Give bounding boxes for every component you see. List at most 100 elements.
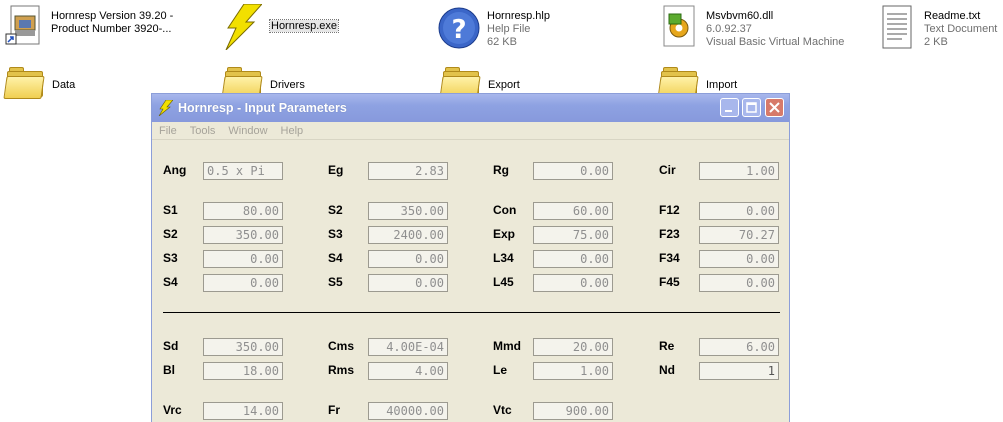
folder-label: Data: [52, 79, 76, 91]
file-name-line1: Hornresp Version 39.20 -: [51, 10, 174, 22]
param-field-eg[interactable]: 2.83: [368, 162, 448, 180]
msvbvm60-file[interactable]: Msvbvm60.dll 6.0.92.37 Visual Basic Virt…: [660, 4, 844, 49]
menu-file[interactable]: File: [159, 125, 177, 137]
window-title: Hornresp - Input Parameters: [178, 101, 347, 115]
param-field-l34[interactable]: 0.00: [533, 250, 613, 268]
param-field-f23[interactable]: 70.27: [699, 226, 779, 244]
param-field-exp[interactable]: 75.00: [533, 226, 613, 244]
param-field-s4[interactable]: 0.00: [203, 274, 283, 292]
maximize-icon: [746, 102, 757, 113]
file-name: Hornresp.hlp: [487, 10, 550, 22]
folder-icon: [3, 64, 45, 99]
param-field-s2[interactable]: 350.00: [368, 202, 448, 220]
param-label-s3: S3: [163, 251, 178, 265]
param-label-s1: S1: [163, 203, 178, 217]
close-button[interactable]: [765, 98, 784, 117]
hornresp-hlp-file[interactable]: ? Hornresp.hlp Help File 62 KB: [437, 4, 550, 49]
param-field-fr[interactable]: 40000.00: [368, 402, 448, 420]
minimize-button[interactable]: [720, 98, 739, 117]
param-field-cir[interactable]: 1.00: [699, 162, 779, 180]
param-field-sd[interactable]: 350.00: [203, 338, 283, 356]
param-label-cir: Cir: [659, 163, 676, 177]
input-parameters-window: Hornresp - Input Parameters File Tools W…: [151, 93, 790, 422]
lightning-icon: [222, 3, 264, 51]
param-field-s3[interactable]: 2400.00: [368, 226, 448, 244]
menu-help[interactable]: Help: [281, 125, 304, 137]
param-label-s4: S4: [328, 251, 343, 265]
maximize-button[interactable]: [742, 98, 761, 117]
param-label-cms: Cms: [328, 339, 355, 353]
param-label-rg: Rg: [493, 163, 509, 177]
param-label-f12: F12: [659, 203, 680, 217]
close-icon: [769, 102, 780, 113]
folder-data[interactable]: Data: [3, 64, 76, 99]
param-field-f12[interactable]: 0.00: [699, 202, 779, 220]
file-description: Visual Basic Virtual Machine: [706, 36, 845, 48]
param-field-bl[interactable]: 18.00: [203, 362, 283, 380]
folder-label: Import: [706, 79, 738, 91]
param-label-ang: Ang: [163, 163, 187, 177]
folder-label: Export: [488, 79, 520, 91]
text-document-icon: [878, 4, 918, 49]
param-label-con: Con: [493, 203, 517, 217]
file-name: Msvbvm60.dll: [706, 10, 774, 22]
file-name: Readme.txt: [924, 10, 981, 22]
menu-window[interactable]: Window: [228, 125, 267, 137]
param-label-vtc: Vtc: [493, 403, 512, 417]
param-label-s5: S5: [328, 275, 343, 289]
param-label-f23: F23: [659, 227, 680, 241]
param-field-s4[interactable]: 0.00: [368, 250, 448, 268]
menu-tools[interactable]: Tools: [190, 125, 216, 137]
param-field-s2[interactable]: 350.00: [203, 226, 283, 244]
param-field-s5[interactable]: 0.00: [368, 274, 448, 292]
param-field-le[interactable]: 1.00: [533, 362, 613, 380]
param-field-s3[interactable]: 0.00: [203, 250, 283, 268]
param-label-f34: F34: [659, 251, 680, 265]
param-label-le: Le: [493, 363, 508, 377]
file-type: Text Document: [924, 23, 998, 35]
param-label-re: Re: [659, 339, 675, 353]
param-field-l45[interactable]: 0.00: [533, 274, 613, 292]
lightning-icon: [158, 100, 173, 116]
readme-file[interactable]: Readme.txt Text Document 2 KB: [878, 4, 997, 49]
param-label-nd: Nd: [659, 363, 675, 377]
param-label-fr: Fr: [328, 403, 340, 417]
param-label-sd: Sd: [163, 339, 179, 353]
param-label-exp: Exp: [493, 227, 516, 241]
param-field-cms[interactable]: 4.00E-04: [368, 338, 448, 356]
hornresp-shortcut-file[interactable]: Hornresp Version 39.20 - Product Number …: [5, 4, 173, 48]
param-field-nd[interactable]: 1: [699, 362, 779, 380]
param-field-f34[interactable]: 0.00: [699, 250, 779, 268]
param-field-re[interactable]: 6.00: [699, 338, 779, 356]
dll-gear-icon: [660, 4, 700, 48]
minimize-icon: [725, 110, 732, 112]
param-label-vrc: Vrc: [163, 403, 182, 417]
title-bar[interactable]: Hornresp - Input Parameters: [152, 94, 789, 122]
param-field-mmd[interactable]: 20.00: [533, 338, 613, 356]
menu-bar: File Tools Window Help: [152, 122, 789, 140]
file-size: 62 KB: [487, 36, 517, 48]
help-file-icon: ?: [437, 4, 480, 49]
hornresp-exe-file[interactable]: Hornresp.exe: [222, 3, 340, 51]
param-field-rms[interactable]: 4.00: [368, 362, 448, 380]
file-name-line2: Product Number 3920-...: [51, 23, 172, 35]
param-field-f45[interactable]: 0.00: [699, 274, 779, 292]
file-type: Help File: [487, 23, 531, 35]
section-separator: [163, 312, 780, 313]
param-label-l34: L34: [493, 251, 514, 265]
param-label-mmd: Mmd: [493, 339, 521, 353]
param-label-l45: L45: [493, 275, 514, 289]
svg-text:?: ?: [451, 15, 466, 45]
file-version: 6.0.92.37: [706, 23, 752, 35]
param-field-s1[interactable]: 80.00: [203, 202, 283, 220]
param-field-ang[interactable]: 0.5 x Pi: [203, 162, 283, 180]
param-field-vrc[interactable]: 14.00: [203, 402, 283, 420]
param-field-vtc[interactable]: 900.00: [533, 402, 613, 420]
param-field-con[interactable]: 60.00: [533, 202, 613, 220]
param-label-s3: S3: [328, 227, 343, 241]
file-name-selected: Hornresp.exe: [268, 19, 340, 33]
param-field-rg[interactable]: 0.00: [533, 162, 613, 180]
file-size: 2 KB: [924, 36, 948, 48]
param-label-rms: Rms: [328, 363, 355, 377]
param-label-s2: S2: [328, 203, 343, 217]
